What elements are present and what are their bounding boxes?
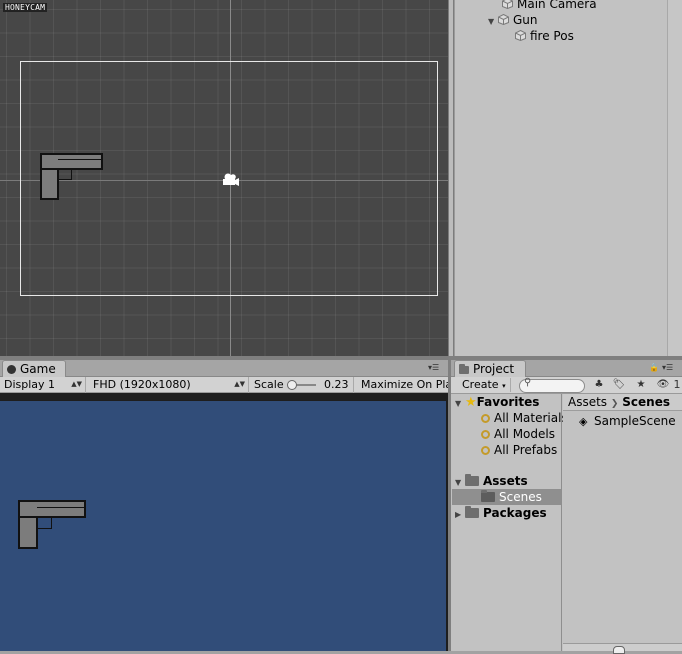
scenes-folder[interactable]: Scenes (452, 489, 561, 505)
game-tabbar: Game ▾☰ (0, 360, 448, 377)
lock-icon[interactable]: 🔒 (649, 363, 659, 372)
resolution-dropdown[interactable]: FHD (1920x1080) ▲▼ (89, 377, 249, 393)
tab-label: Project (473, 362, 515, 376)
favorite-label: All Prefabs (494, 443, 558, 457)
create-button[interactable]: Create ▾ (458, 378, 511, 392)
gameobject-cube-icon (515, 30, 526, 41)
hierarchy-item-gun[interactable]: ▼ Gun (488, 12, 538, 28)
scale-slider[interactable]: Scale 0.23 (250, 377, 354, 393)
display-label: Display 1 (4, 378, 56, 391)
game-toolbar: Display 1 ▲▼ FHD (1920x1080) ▲▼ Scale 0.… (0, 377, 448, 393)
folder-icon (481, 490, 495, 502)
scene-view[interactable]: HONEYCAM (0, 0, 448, 356)
gun-sprite-game (18, 500, 86, 550)
favorite-item-all-materials[interactable]: All Materials (481, 410, 568, 426)
scale-label: Scale (254, 378, 284, 391)
scale-value: 0.23 (324, 378, 349, 391)
folder-icon (465, 474, 479, 486)
project-contents: ◈ SampleScene (563, 394, 682, 651)
maximize-on-play-toggle[interactable]: Maximize On Play (357, 377, 448, 393)
gameobject-cube-icon (498, 14, 509, 25)
search-icon (481, 430, 490, 439)
hierarchy-panel: Main Camera ▼ Gun fire Pos (454, 0, 682, 356)
expand-arrow-icon[interactable]: ▼ (488, 14, 498, 30)
favorites-label: Favorites (476, 395, 540, 409)
hierarchy-item-label: Gun (513, 13, 538, 27)
project-folder-tree: ▼ ★Favorites All Materials All Models All… (451, 394, 568, 651)
packages-label: Packages (483, 506, 547, 520)
search-icon (481, 446, 490, 455)
search-input[interactable]: ⚲ (519, 377, 585, 393)
scale-slider-thumb[interactable] (287, 380, 297, 390)
breadcrumb-current: Scenes (622, 395, 670, 409)
filter-by-type-icon[interactable]: ♣ (591, 378, 607, 392)
tab-label: Game (20, 362, 56, 376)
folder-icon (465, 506, 479, 518)
favorite-item-all-prefabs[interactable]: All Prefabs (481, 442, 557, 458)
maximize-label: Maximize On Play (361, 378, 448, 391)
gun-grip (18, 516, 38, 549)
hierarchy-item-label: fire Pos (530, 29, 574, 43)
hierarchy-item-fire-pos[interactable]: fire Pos (515, 28, 574, 44)
gun-barrel-line (58, 159, 101, 160)
panel-menu-icon[interactable]: ▾☰ (662, 363, 673, 372)
game-controller-icon (7, 365, 16, 374)
scene-asset-samplescene[interactable]: ◈ SampleScene (579, 413, 676, 429)
dropdown-arrow-icon: ▲▼ (234, 380, 245, 388)
hidden-packages-icon[interactable]: 👁 (654, 378, 672, 392)
assets-folder[interactable]: ▼ Assets (455, 473, 528, 489)
chevron-right-icon: ❯ (610, 399, 619, 409)
favorites-header[interactable]: ▼ ★Favorites (455, 394, 539, 410)
filter-by-label-icon[interactable]: 🏷 (611, 378, 627, 392)
hierarchy-item-label: Main Camera (517, 0, 597, 11)
watermark: HONEYCAM (3, 3, 48, 12)
project-tabbar: Project 🔒 ▾☰ (451, 360, 682, 377)
search-icon: ⚲ (524, 377, 532, 388)
display-dropdown[interactable]: Display 1 ▲▼ (0, 377, 86, 393)
unity-scene-icon: ◈ (579, 415, 588, 428)
search-icon (481, 414, 490, 423)
dropdown-arrow-icon: ▾ (502, 382, 506, 390)
panel-menu-icon[interactable]: ▾☰ (428, 363, 439, 372)
gun-trigger-guard (58, 168, 72, 180)
zoom-slider-thumb[interactable] (613, 646, 625, 654)
packages-folder[interactable]: ▶ Packages (455, 505, 547, 521)
hierarchy-scrollbar[interactable] (667, 0, 682, 356)
star-icon: ★ (465, 395, 477, 410)
gun-barrel-line (37, 507, 84, 508)
collapse-arrow-icon[interactable]: ▶ (455, 507, 465, 523)
asset-label: SampleScene (594, 414, 676, 428)
expand-arrow-icon[interactable]: ▼ (455, 396, 465, 412)
resolution-label: FHD (1920x1080) (93, 378, 191, 391)
gameobject-cube-icon (502, 0, 513, 9)
scenes-label: Scenes (499, 490, 542, 504)
breadcrumb-root[interactable]: Assets (568, 395, 607, 409)
folder-icon (459, 364, 469, 374)
hidden-count-badge: 1 (673, 378, 681, 391)
favorite-label: All Models (494, 427, 555, 441)
project-toolbar: Create ▾ ⚲ ♣ 🏷 ★ 👁 1 (451, 377, 682, 394)
camera-gizmo-icon[interactable] (220, 172, 240, 188)
gun-grip (40, 168, 59, 200)
breadcrumb: Assets ❯ Scenes (563, 394, 682, 411)
game-view-canvas[interactable] (0, 401, 446, 651)
tab-project[interactable]: Project (454, 360, 526, 377)
assets-label: Assets (483, 474, 528, 488)
hierarchy-item-main-camera[interactable]: Main Camera (502, 0, 597, 12)
dropdown-arrow-icon: ▲▼ (71, 380, 82, 388)
favorite-item-all-models[interactable]: All Models (481, 426, 555, 442)
gun-sprite-scene[interactable] (40, 153, 104, 201)
gun-trigger-guard (37, 516, 52, 529)
create-label: Create (462, 378, 499, 391)
project-bottom-bar (563, 643, 682, 654)
favorite-label: All Materials (494, 411, 568, 425)
favorite-star-icon[interactable]: ★ (633, 378, 649, 392)
tab-game[interactable]: Game (2, 360, 66, 377)
